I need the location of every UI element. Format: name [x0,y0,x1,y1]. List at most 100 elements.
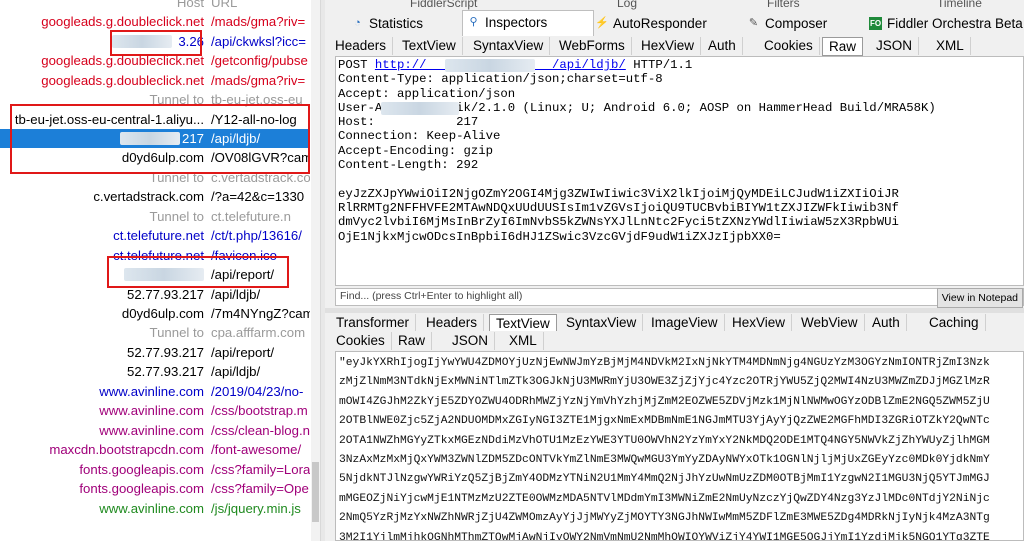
session-url: /mads/gma?riv= [211,72,306,88]
session-host: tb-eu-jet.oss-eu-central-1.aliyu... [14,111,204,127]
tab-caching[interactable]: Caching [923,314,986,332]
session-row[interactable]: www.avinline.com/js/jquery.min.js [0,499,310,518]
ghost-tab-filters[interactable]: Filters [767,0,800,10]
session-row[interactable]: maxcdn.bootstrapcdn.com/font-awesome/ [0,440,310,459]
session-row[interactable]: /api/report/ [0,265,310,284]
tab-raw[interactable]: Raw [392,332,433,350]
autoresponder-icon: ⚡ [595,17,609,29]
response-line: "eyJkYXRhIjogIjYwYWU4ZDMOYjUzNjEwNWJmYzB… [339,357,990,369]
tab-fiddler-orchestra[interactable]: FO Fiddler Orchestra Beta [865,12,1023,35]
ghost-tab-fiddlerscript[interactable]: FiddlerScript [410,0,477,10]
session-url: /?a=42&c=1330 [211,189,305,205]
session-row[interactable]: www.avinline.com/css/clean-blog.n [0,421,310,440]
session-host: 52.77.93.217 [126,364,204,380]
session-row[interactable]: ct.telefuture.net/favicon.ico [0,246,310,265]
session-row[interactable]: Tunnel to c.vertadstrack.com [0,168,311,187]
scrollbar-thumb[interactable] [312,462,319,522]
session-row[interactable]: googleads.g.doubleclick.net/mads/gma?riv… [0,12,310,31]
session-host: 3.26 [178,33,204,49]
session-host: googleads.g.doubleclick.net [41,53,204,69]
tab-label: AutoResponder [613,16,707,31]
tab-webforms[interactable]: WebForms [553,37,632,55]
session-row[interactable]: d0yd6ulp.com/OV08lGVR?camp [0,148,310,167]
session-row[interactable]: 217/api/ldjb/ [0,128,310,149]
response-line: 5NjdkNTJlNzgwYWRiYzQ5ZjBjZmY4ODMzYTNiN2U… [339,473,990,486]
session-row[interactable]: fonts.googleapis.com/css?family=Ope [0,479,310,498]
ghost-tab-timeline[interactable]: Timeline [937,0,982,10]
session-row[interactable]: 52.77.93.217/api/ldjb/ [0,362,310,381]
tab-composer[interactable]: ✎ Composer [743,12,827,35]
tab-raw[interactable]: Raw [822,37,864,56]
tab-hexview[interactable]: HexView [726,314,793,332]
session-row[interactable]: www.avinline.com/2019/04/23/no- [0,382,310,401]
session-host: Tunnel to [149,169,205,185]
session-row[interactable]: Host URL [0,0,310,12]
tab-autoresponder[interactable]: ⚡ AutoResponder [591,12,707,35]
tab-webview[interactable]: WebView [795,314,865,332]
session-row[interactable]: fonts.googleapis.com/css?family=Lora [0,460,310,479]
session-row[interactable]: tb-eu-jet.oss-eu-central-1.aliyu... /Y12-… [0,110,310,129]
response-line: zMjZlNmM3NTdkNjExMWNiNTlmZTk3OGJkNjU3MWR… [339,376,990,389]
find-bar[interactable]: Find... (press Ctrl+Enter to highlight a… [335,288,1024,308]
fo-icon: FO [869,17,882,30]
session-row[interactable]: 52.77.93.217/api/report/ [0,343,310,362]
session-url: /api/ckwksl?icc= [211,33,306,49]
request-line: OjE1NjkxMjcwODcsInBpbiI6dHJ1ZSwic3VzcGVj… [338,229,781,244]
session-row[interactable]: googleads.g.doubleclick.net/mads/gma?riv… [0,71,310,90]
tab-cookies[interactable]: Cookies [758,37,820,55]
session-list[interactable]: Host URL googleads.g.doubleclick.net/mads/… [0,0,321,541]
find-input[interactable]: Find... (press Ctrl+Enter to highlight a… [340,290,522,302]
top-tab-bar: FiddlerScript Log Filters Timeline ◔ Sta… [325,0,1024,37]
session-row[interactable]: googleads.g.doubleclick.net/getconfig/pu… [0,51,310,70]
session-host: Tunnel to [149,92,205,108]
session-row[interactable]: d0yd6ulp.com/7m4NYngZ?cam [0,304,310,323]
statistics-icon: ◔ [354,17,361,29]
tab-headers[interactable]: Headers [420,314,485,332]
request-line: Content-Length: 292 [338,158,479,173]
response-line: 3M2I1YjlmMjhkOGNhMThmZTQwMjAwNjIyOWY2NmV… [339,531,990,541]
response-line: 2OTA1NWZhMGYyZTkxMGEzNDdiMzVhOTU1MzEzYWE… [339,434,990,447]
tab-auth[interactable]: Auth [702,37,743,55]
session-row[interactable]: Tunnel to ct.telefuture.n [0,207,310,226]
tab-json[interactable]: JSON [870,37,920,55]
session-host: c.vertadstrack.com [93,189,204,205]
session-host: fonts.googleapis.com [79,461,204,477]
tab-syntaxview[interactable]: SyntaxView [467,37,551,55]
session-url: /ct/t.php/13616/ [211,228,302,244]
tab-syntaxview[interactable]: SyntaxView [560,314,644,332]
tab-transformer[interactable]: Transformer [330,314,417,332]
ghost-tab-log[interactable]: Log [617,0,637,10]
tab-textview[interactable]: TextView [396,37,463,55]
tab-hexview[interactable]: HexView [635,37,702,55]
session-row[interactable]: Tunnel to cpa.afffarm.com [0,323,310,342]
tab-xml[interactable]: XML [930,37,971,55]
session-row[interactable]: 52.77.93.217/api/ldjb/ [0,285,310,304]
session-row[interactable]: www.avinline.com/css/bootstrap.m [0,401,310,420]
view-in-notepad-button[interactable]: View in Notepad [936,288,1023,308]
tab-statistics[interactable]: ◔ Statistics [347,12,423,35]
tab-imageview[interactable]: ImageView [645,314,725,332]
response-tab-bar-row1: Transformer Headers TextView SyntaxView Imag… [325,313,1024,333]
request-raw-view[interactable]: POST http:// /api/ldjb/ HTTP/1.1 Content… [335,56,1024,286]
tab-inspectors[interactable]: ⚲ Inspectors [462,10,594,37]
session-url: /api/report/ [211,267,275,283]
session-host: ct.telefuture.net [113,247,204,263]
tab-cookies[interactable]: Cookies [330,332,392,350]
session-url: /2019/04/23/no- [211,383,304,399]
tab-auth[interactable]: Auth [866,314,907,332]
tab-headers[interactable]: Headers [329,37,394,55]
composer-icon: ✎ [748,17,759,29]
session-row[interactable]: 3.26/api/ckwksl?icc= [0,32,310,51]
session-row[interactable]: c.vertadstrack.com /?a=42&c=1330 [0,187,310,206]
session-host: d0yd6ulp.com [121,306,204,321]
session-url: /favicon.ico [211,247,277,263]
session-row[interactable]: Tunnel to tb-eu-jet.oss-eu [0,90,310,109]
session-row[interactable]: ct.telefuture.net/ct/t.php/13616/ [0,226,310,245]
session-list-scrollbar[interactable] [311,0,320,541]
session-host: www.avinline.com [99,422,204,438]
response-text-view[interactable]: "eyJkYXRhIjogIjYwYWU4ZDMOYjUzNjEwNWJmYzB… [335,351,1024,541]
tab-xml[interactable]: XML [503,332,544,350]
request-protocol: HTTP/1.1 [625,58,693,72]
session-host: 52.77.93.217 [126,286,204,302]
tab-json[interactable]: JSON [446,332,496,350]
